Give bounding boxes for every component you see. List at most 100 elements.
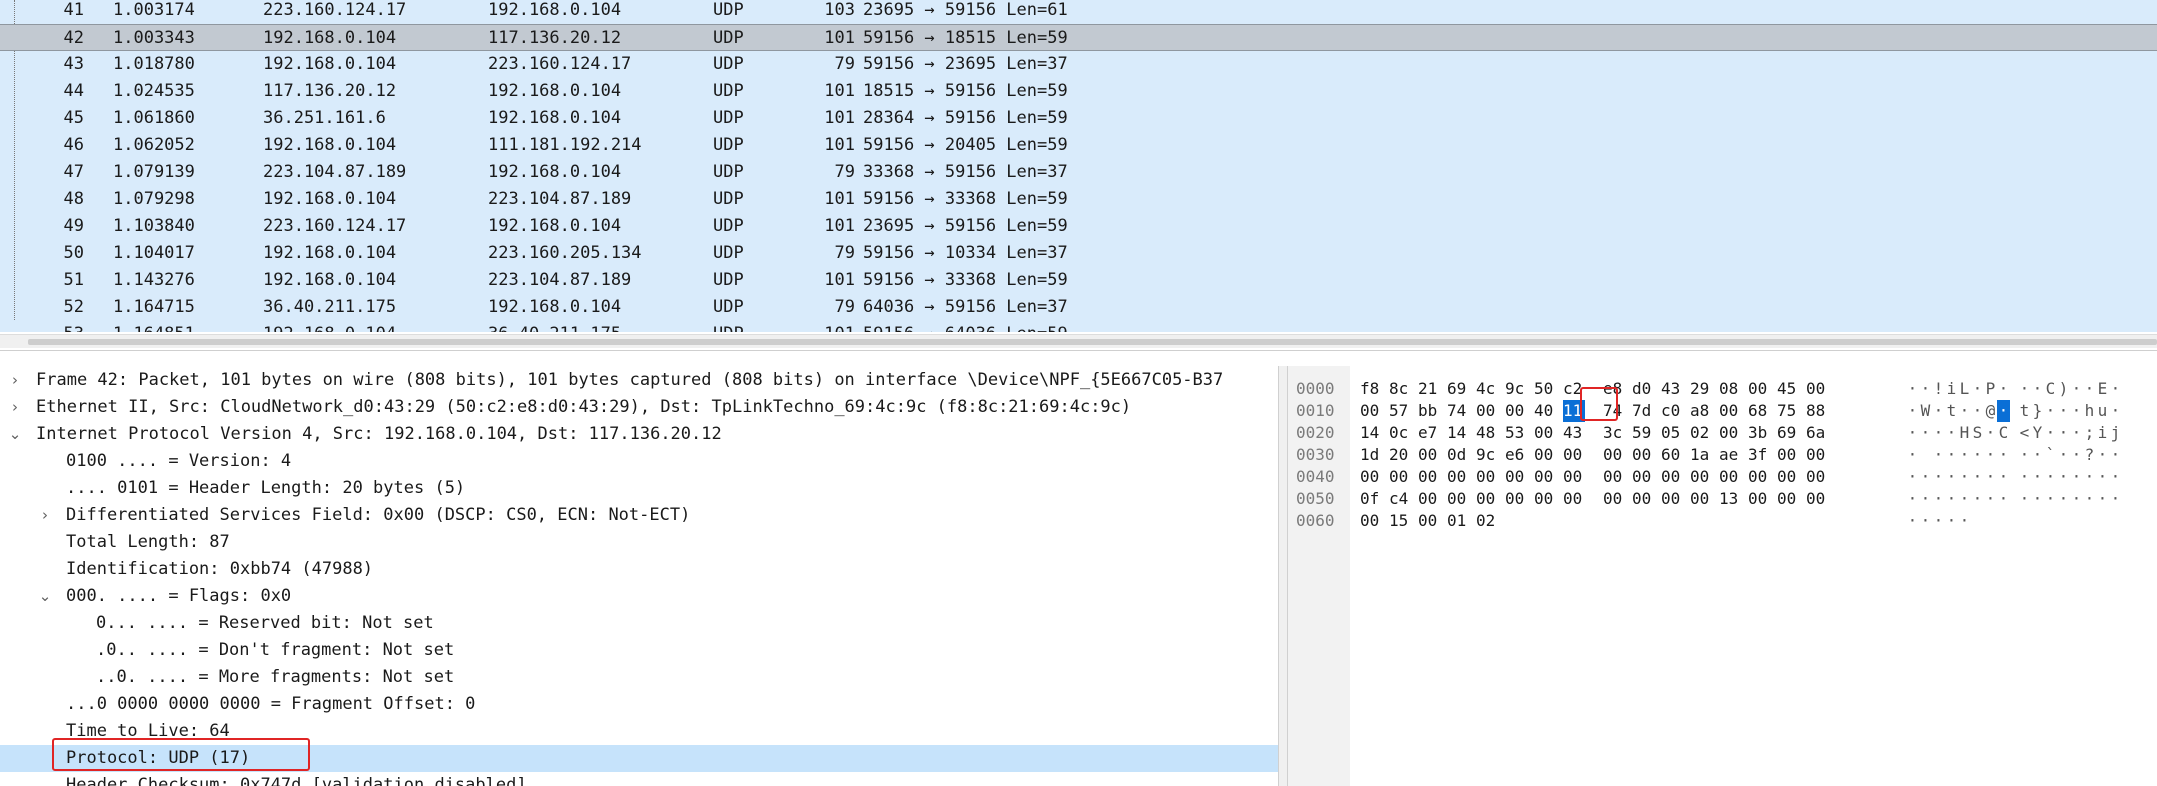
hex-byte[interactable]: d0 <box>1632 378 1654 400</box>
ascii-char[interactable]: · <box>2070 378 2083 400</box>
hex-byte[interactable]: 9c <box>1505 378 1527 400</box>
hex-byte[interactable]: 3c <box>1603 422 1625 444</box>
ascii-char[interactable]: · <box>2044 488 2057 510</box>
ascii-char[interactable]: · <box>1919 466 1932 488</box>
ascii-char[interactable]: · <box>2109 444 2122 466</box>
tree-item[interactable]: 0... .... = Reserved bit: Not set <box>0 610 1278 637</box>
hex-byte[interactable]: 15 <box>1389 510 1411 532</box>
ascii-char[interactable]: t <box>2018 400 2031 422</box>
hex-byte[interactable]: 59 <box>1632 422 1654 444</box>
ascii-char[interactable]: · <box>1984 422 1997 444</box>
ascii-char[interactable]: · <box>2109 488 2122 510</box>
ascii-char[interactable]: · <box>2057 444 2070 466</box>
ascii-char[interactable]: · <box>1906 378 1919 400</box>
packet-details-tree[interactable]: › Frame 42: Packet, 101 bytes on wire (80… <box>0 366 1278 786</box>
hex-byte[interactable]: 00 <box>1748 488 1770 510</box>
ascii-char[interactable]: · <box>2031 444 2044 466</box>
hex-byte[interactable]: 00 <box>1690 488 1712 510</box>
ascii-char[interactable]: · <box>2018 378 2031 400</box>
ascii-char[interactable]: u <box>2096 400 2109 422</box>
tree-item[interactable]: 0100 .... = Version: 4 <box>0 448 1278 475</box>
ascii-char[interactable]: · <box>2083 378 2096 400</box>
tree-item[interactable]: ⌄ 000. .... = Flags: 0x0 <box>0 583 1278 610</box>
ascii-char[interactable]: · <box>2083 466 2096 488</box>
packet-row[interactable]: 46 1.062052 192.168.0.104 111.181.192.214 UD… <box>0 132 2157 159</box>
hex-byte[interactable]: 0d <box>1447 444 1469 466</box>
hex-byte[interactable]: bb <box>1418 400 1440 422</box>
hex-byte[interactable]: c4 <box>1389 488 1411 510</box>
hex-byte[interactable]: 00 <box>1806 444 1828 466</box>
ascii-char[interactable]: · <box>1958 400 1971 422</box>
ascii-char[interactable]: L <box>1958 378 1971 400</box>
hex-byte[interactable]: 14 <box>1447 422 1469 444</box>
hex-byte[interactable]: 50 <box>1534 378 1556 400</box>
hex-byte[interactable]: 8c <box>1389 378 1411 400</box>
ascii-char[interactable]: h <box>2083 400 2096 422</box>
ascii-char[interactable]: S <box>1971 422 1984 444</box>
ascii-char[interactable]: · <box>1932 510 1945 532</box>
hex-byte[interactable]: 00 <box>1534 466 1556 488</box>
hex-byte[interactable]: f8 <box>1360 378 1382 400</box>
hex-byte[interactable]: 6a <box>1806 422 1828 444</box>
tree-item[interactable]: Header Checksum: 0x747d [validation disa… <box>0 772 1278 786</box>
tree-item[interactable]: ...0 0000 0000 0000 = Fragment Offset: 0 <box>0 691 1278 718</box>
hex-byte[interactable]: 00 <box>1603 444 1625 466</box>
hex-byte[interactable]: 00 <box>1719 466 1741 488</box>
hex-byte[interactable]: 40 <box>1534 400 1556 422</box>
ascii-char[interactable]: · <box>2070 466 2083 488</box>
hex-byte[interactable]: 00 <box>1806 488 1828 510</box>
hex-byte[interactable]: 1a <box>1690 444 1712 466</box>
ascii-char[interactable]: Y <box>2031 422 2044 444</box>
tree-item[interactable]: › Frame 42: Packet, 101 bytes on wire (80… <box>0 367 1278 394</box>
hex-byte[interactable]: 00 <box>1632 444 1654 466</box>
hex-byte[interactable]: 00 <box>1603 488 1625 510</box>
ascii-char[interactable]: · <box>1997 466 2010 488</box>
hex-byte[interactable]: 00 <box>1777 466 1799 488</box>
hex-byte[interactable]: 00 <box>1632 466 1654 488</box>
ascii-char[interactable]: · <box>1958 466 1971 488</box>
hex-byte[interactable]: 00 <box>1690 466 1712 488</box>
ascii-char[interactable]: · <box>2109 466 2122 488</box>
ascii-char[interactable]: · <box>1945 444 1958 466</box>
hex-byte[interactable]: 00 <box>1661 488 1683 510</box>
hex-byte[interactable]: 3f <box>1748 444 1770 466</box>
hex-byte[interactable]: 00 <box>1806 378 1828 400</box>
ascii-char[interactable]: W <box>1919 400 1932 422</box>
hex-byte[interactable]: 00 <box>1447 466 1469 488</box>
ascii-char[interactable]: j <box>2109 422 2122 444</box>
ascii-char[interactable]: · <box>2070 444 2083 466</box>
hex-byte[interactable]: 00 <box>1505 400 1527 422</box>
hex-byte[interactable]: 00 <box>1360 466 1382 488</box>
hex-byte[interactable]: 00 <box>1661 466 1683 488</box>
ascii-char[interactable]: · <box>2109 400 2122 422</box>
hex-byte[interactable]: 29 <box>1690 378 1712 400</box>
ascii-char[interactable]: H <box>1958 422 1971 444</box>
hex-byte[interactable]: e6 <box>1505 444 1527 466</box>
ascii-char[interactable]: ) <box>2057 378 2070 400</box>
hex-byte[interactable]: 00 <box>1806 466 1828 488</box>
packet-row[interactable]: 41 1.003174 223.160.124.17 192.168.0.104 UDP… <box>0 0 2157 24</box>
hex-byte[interactable]: 00 <box>1563 444 1585 466</box>
ascii-char[interactable]: · <box>2070 400 2083 422</box>
hex-byte[interactable]: 00 <box>1360 400 1382 422</box>
hex-byte[interactable]: 00 <box>1418 488 1440 510</box>
packet-row[interactable]: 45 1.061860 36.251.161.6 192.168.0.104 UDP 10… <box>0 105 2157 132</box>
ascii-char[interactable]: t <box>1945 400 1958 422</box>
ascii-char[interactable]: · <box>2031 488 2044 510</box>
hex-byte[interactable]: 13 <box>1719 488 1741 510</box>
hex-byte[interactable]: 3b <box>1748 422 1770 444</box>
ascii-char[interactable]: C <box>2044 378 2057 400</box>
ascii-char[interactable]: · <box>2057 400 2070 422</box>
ascii-char[interactable]: ` <box>2044 444 2057 466</box>
ascii-char[interactable]: · <box>2018 466 2031 488</box>
hex-byte[interactable]: 00 <box>1534 488 1556 510</box>
ascii-char[interactable] <box>1919 444 1932 466</box>
hex-byte[interactable]: 00 <box>1389 466 1411 488</box>
ascii-char[interactable]: · <box>1945 488 1958 510</box>
tree-item[interactable]: › Differentiated Services Field: 0x00 (DS… <box>0 502 1278 529</box>
ascii-char[interactable]: · <box>1958 444 1971 466</box>
ascii-char[interactable]: i <box>1945 378 1958 400</box>
packet-row[interactable]: 52 1.164715 36.40.211.175 192.168.0.104 UDP 7… <box>0 294 2157 321</box>
packet-row[interactable]: 49 1.103840 223.160.124.17 192.168.0.104 UDP… <box>0 213 2157 240</box>
hex-byte[interactable]: 1d <box>1360 444 1382 466</box>
